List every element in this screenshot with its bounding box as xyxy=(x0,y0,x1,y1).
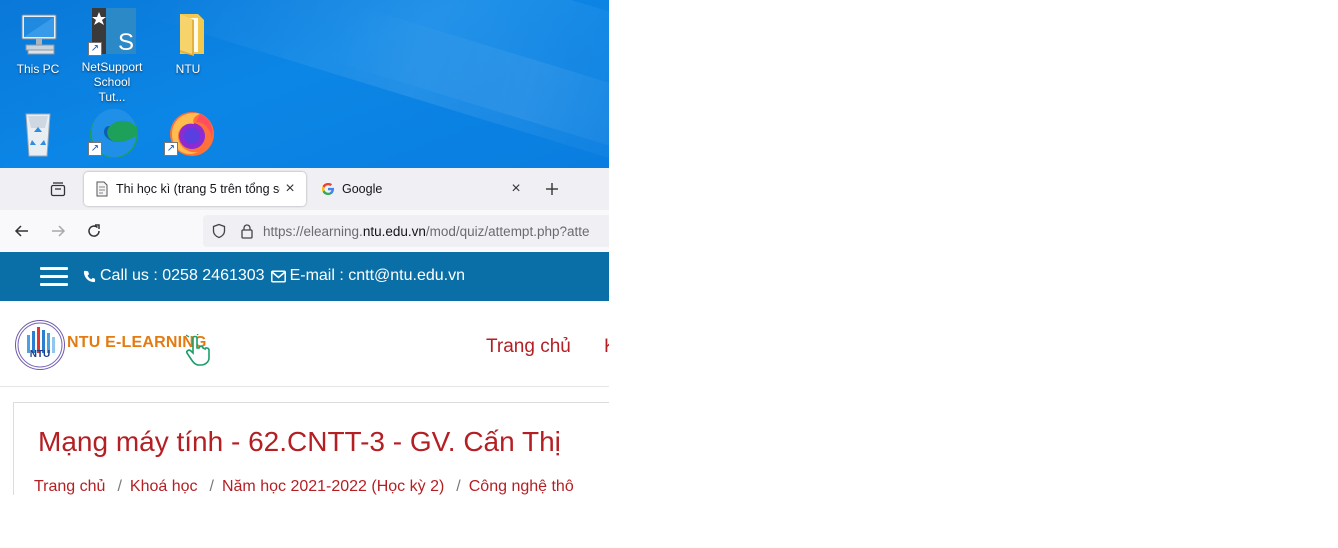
email-text: E-mail : cntt@ntu.edu.vn xyxy=(289,267,466,284)
contact-info: Call us : 0258 2461303 E-mail : cntt@ntu… xyxy=(83,267,465,285)
tab-bar: Thi học kì (trang 5 trên tổng số × Googl… xyxy=(0,168,609,210)
google-icon xyxy=(320,181,336,197)
desktop: This PC S ↗ NetSupport School Tut... NTU… xyxy=(0,0,609,168)
shortcut-arrow-icon: ↗ xyxy=(164,142,178,156)
page-icon xyxy=(94,181,110,197)
desktop-icon-label: This PC xyxy=(16,62,60,76)
pointer-hand-icon xyxy=(183,332,215,370)
url-text: https://elearning.ntu.edu.vn/mod/quiz/at… xyxy=(263,223,590,239)
breadcrumb-separator: / xyxy=(209,478,214,495)
tab-overview-button[interactable] xyxy=(44,175,72,203)
tracking-shield-icon[interactable] xyxy=(211,223,227,239)
reload-button[interactable] xyxy=(81,218,107,244)
desktop-icon-label: NetSupport School Tut... xyxy=(81,60,143,104)
new-tab-button[interactable] xyxy=(538,175,566,203)
phone-icon xyxy=(83,270,96,282)
forward-button[interactable] xyxy=(45,218,71,244)
back-button[interactable] xyxy=(9,218,35,244)
breadcrumb-item-courses[interactable]: Khoá học xyxy=(130,478,198,495)
close-tab-icon[interactable]: × xyxy=(280,180,300,198)
svg-text:S: S xyxy=(118,29,134,56)
desktop-icon-firefox[interactable]: ↗ xyxy=(155,108,221,160)
screenshot: This PC S ↗ NetSupport School Tut... NTU… xyxy=(0,0,609,495)
desktop-icon-recycle-bin[interactable] xyxy=(5,108,71,160)
hamburger-menu-icon[interactable] xyxy=(40,267,68,287)
address-bar[interactable]: https://elearning.ntu.edu.vn/mod/quiz/at… xyxy=(203,215,609,247)
arrow-left-icon xyxy=(14,225,28,237)
tab-title: Thi học kì (trang 5 trên tổng số xyxy=(116,182,280,196)
breadcrumb-item-year[interactable]: Năm học 2021-2022 (Học kỳ 2) xyxy=(222,478,444,495)
breadcrumb-item-department[interactable]: Công nghệ thô xyxy=(469,478,574,495)
breadcrumb-separator: / xyxy=(456,478,461,495)
call-us-text: Call us : 0258 2461303 xyxy=(100,267,265,284)
reload-icon xyxy=(88,224,100,237)
recycle-bin-icon xyxy=(14,108,62,157)
netsupport-icon: S ↗ xyxy=(88,8,140,56)
tab-quiz[interactable]: Thi học kì (trang 5 trên tổng số × xyxy=(84,172,306,206)
desktop-icon-edge[interactable]: ↗ xyxy=(79,108,145,160)
desktop-icon-ntu-folder[interactable]: NTU xyxy=(155,10,221,77)
course-title: Mạng máy tính - 62.CNTT-3 - GV. Cấn Thị xyxy=(38,426,561,457)
nav-home-link[interactable]: Trang chủ xyxy=(486,336,571,358)
breadcrumb-separator: / xyxy=(117,478,122,495)
tab-google[interactable]: Google × xyxy=(310,172,532,206)
desktop-icon-label: NTU xyxy=(175,62,201,76)
computer-icon xyxy=(14,10,62,58)
tab-tray-icon xyxy=(50,182,66,197)
navigation-bar: https://elearning.ntu.edu.vn/mod/quiz/at… xyxy=(0,210,609,253)
web-page: Call us : 0258 2461303 E-mail : cntt@ntu… xyxy=(0,252,609,495)
desktop-icon-netsupport[interactable]: S ↗ NetSupport School Tut... xyxy=(79,8,145,105)
browser-window: Thi học kì (trang 5 trên tổng số × Googl… xyxy=(0,168,609,495)
breadcrumb: Trang chủ / Khoá học / Năm học 2021-2022 (Họ… xyxy=(34,478,574,495)
envelope-icon xyxy=(270,270,286,282)
firefox-icon: ↗ xyxy=(164,108,214,156)
close-tab-icon[interactable]: × xyxy=(506,180,526,198)
site-topbar: Call us : 0258 2461303 E-mail : cntt@ntu… xyxy=(0,252,609,301)
svg-text:NTU: NTU xyxy=(30,349,51,360)
breadcrumb-item-home[interactable]: Trang chủ xyxy=(34,478,105,495)
tab-title: Google xyxy=(342,182,383,196)
shortcut-arrow-icon: ↗ xyxy=(88,142,102,156)
arrow-right-icon xyxy=(52,225,66,237)
plus-icon xyxy=(546,183,558,195)
ntu-logo-icon[interactable]: NTU xyxy=(15,320,65,370)
nav-courses-link[interactable]: K xyxy=(604,336,609,358)
edge-icon: ↗ xyxy=(88,108,138,158)
folder-icon xyxy=(164,10,212,58)
shortcut-arrow-icon: ↗ xyxy=(88,42,102,56)
lock-icon[interactable] xyxy=(239,223,255,239)
desktop-icon-this-pc[interactable]: This PC xyxy=(5,10,71,77)
